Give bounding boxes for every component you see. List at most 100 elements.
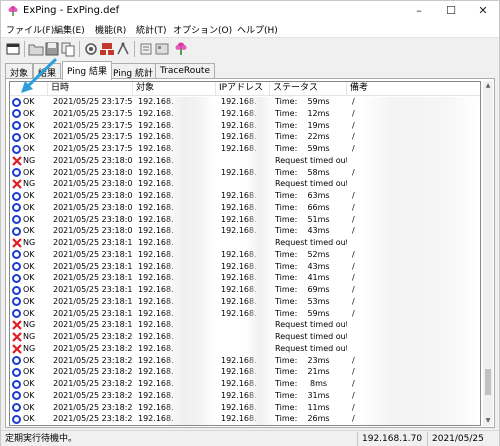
status-cell: Time: 59ms (275, 97, 330, 106)
ping-result-list[interactable]: 日時 対象 IPアドレス ステータス 備考 OK 2021/05/25 23:17… (9, 81, 481, 426)
header-note[interactable]: 備考 (347, 82, 480, 96)
status-message: 定期実行待機中。 (5, 434, 78, 444)
ok-circle-icon (11, 297, 22, 308)
list-header: 日時 対象 IPアドレス ステータス 備考 (10, 82, 480, 96)
ok-circle-icon (11, 215, 22, 226)
status-cell: Request timed out (275, 238, 347, 247)
annotation-arrow-icon (21, 58, 57, 93)
header-ip-address[interactable]: IPアドレス (216, 82, 270, 96)
status-cell: Time: 11ms (275, 402, 330, 412)
datetime-cell: 2021/05/25 23:18:18 (53, 320, 133, 330)
window-title: ExPing - ExPing.def (23, 5, 120, 16)
result-cell: OK (23, 355, 35, 365)
datetime-cell: 2021/05/25 23:18:14 (53, 285, 133, 294)
datetime-cell: 2021/05/25 23:18:24 (53, 367, 133, 377)
tab-ping-stats[interactable]: Ping 統計 (108, 63, 159, 79)
menu-stats[interactable]: 統計(T) (136, 23, 167, 36)
status-cell: Time: 51ms (275, 214, 330, 224)
datetime-cell: 2021/05/25 23:18:12 (53, 261, 133, 271)
result-cell: OK (23, 414, 35, 424)
stats-icon[interactable] (154, 41, 170, 57)
status-cell: Request timed out (275, 155, 347, 165)
status-cell: Request timed out (275, 343, 347, 353)
toolbar-separator (79, 41, 80, 57)
result-cell: OK (23, 214, 35, 224)
flower-icon[interactable] (173, 41, 189, 57)
datetime-cell: 2021/05/25 23:18:11 (53, 249, 133, 259)
datetime-cell: 2021/05/25 23:17:58 (53, 132, 133, 142)
tab-traceroute[interactable]: TraceRoute (155, 63, 216, 79)
status-cell: Time: 58ms (275, 167, 330, 177)
close-button[interactable]: ✕ (467, 1, 499, 21)
status-cell: Time: 43ms (275, 261, 330, 271)
tab-ping-result[interactable]: Ping 結果 (62, 61, 113, 80)
redacted-note-blur (360, 97, 480, 425)
datetime-cell: 2021/05/25 23:18:23 (53, 355, 133, 365)
ok-circle-icon (11, 391, 22, 402)
scrollbar-thumb[interactable] (485, 369, 491, 396)
ok-circle-icon (11, 414, 22, 425)
result-cell: OK (23, 367, 35, 377)
datetime-cell: 2021/05/25 23:18:04 (53, 179, 133, 189)
options-icon[interactable] (138, 41, 154, 57)
save-icon[interactable] (44, 41, 60, 57)
status-bar: 定期実行待機中。 192.168.1.70 2021/05/25 23:18 (1, 430, 499, 446)
header-datetime[interactable]: 日時 (48, 82, 133, 96)
datetime-cell: 2021/05/25 23:18:02 (53, 167, 133, 177)
result-cell: OK (23, 402, 35, 412)
datetime-cell: 2021/05/25 23:18:07 (53, 214, 133, 224)
ok-circle-icon (11, 121, 22, 132)
open-folder-icon[interactable] (28, 41, 44, 57)
ok-circle-icon (11, 168, 22, 179)
ok-circle-icon (11, 250, 22, 261)
menu-file[interactable]: ファイル(F) (6, 23, 54, 36)
tracert-icon[interactable] (115, 41, 131, 57)
menu-function[interactable]: 機能(R) (95, 23, 126, 36)
ng-cross-icon (11, 238, 22, 249)
datetime-cell: 2021/05/25 23:17:57 (53, 120, 133, 130)
ok-circle-icon (11, 203, 22, 214)
app-flower-icon (8, 6, 18, 16)
status-cell: Time: 43ms (275, 226, 330, 236)
ng-cross-icon (11, 179, 22, 190)
result-cell: NG (23, 179, 36, 189)
result-cell: OK (23, 167, 35, 177)
header-status[interactable]: ステータス (270, 82, 347, 96)
status-ip: 192.168.1.70 (357, 432, 427, 446)
status-cell: Time: 26ms (275, 414, 330, 424)
maximize-button[interactable]: ☐ (435, 1, 467, 21)
datetime-cell: 2021/05/25 23:18:10 (53, 238, 133, 247)
status-cell: Time: 69ms (275, 285, 330, 294)
result-cell: OK (23, 390, 35, 400)
datetime-cell: 2021/05/25 23:18:27 (53, 402, 133, 412)
menu-help[interactable]: ヘルプ(H) (237, 23, 278, 36)
copy-icon[interactable] (60, 41, 76, 57)
result-cell: OK (23, 132, 35, 142)
ng-cross-icon (11, 332, 22, 343)
header-target[interactable]: 対象 (133, 82, 216, 96)
ok-circle-icon (11, 356, 22, 367)
minimize-button[interactable]: – (403, 1, 435, 21)
window-icon[interactable] (5, 41, 21, 57)
ok-circle-icon (11, 379, 22, 390)
status-cell: Time: 59ms (275, 308, 330, 318)
vertical-scrollbar[interactable]: ▲ ▼ (483, 81, 493, 426)
result-cell: NG (23, 320, 36, 330)
result-cell: OK (23, 379, 35, 388)
result-cell: OK (23, 144, 35, 153)
ok-circle-icon (11, 132, 22, 143)
ping-icon[interactable] (83, 41, 99, 57)
result-cell: NG (23, 155, 36, 165)
menu-options[interactable]: オプション(O) (173, 23, 232, 36)
status-cell: Request timed out (275, 320, 347, 330)
scroll-down-arrow-icon[interactable]: ▼ (483, 416, 493, 426)
datetime-cell: 2021/05/25 23:18:06 (53, 202, 133, 212)
scroll-up-arrow-icon[interactable]: ▲ (483, 81, 493, 91)
datetime-cell: 2021/05/25 23:18:26 (53, 390, 133, 400)
result-cell: NG (23, 332, 36, 341)
ng-cross-icon (11, 343, 22, 355)
ng-cross-icon (11, 320, 22, 331)
datetime-cell: 2021/05/25 23:18:13 (53, 273, 133, 283)
menu-edit[interactable]: 編集(E) (54, 23, 85, 36)
network-icon[interactable] (99, 41, 115, 57)
